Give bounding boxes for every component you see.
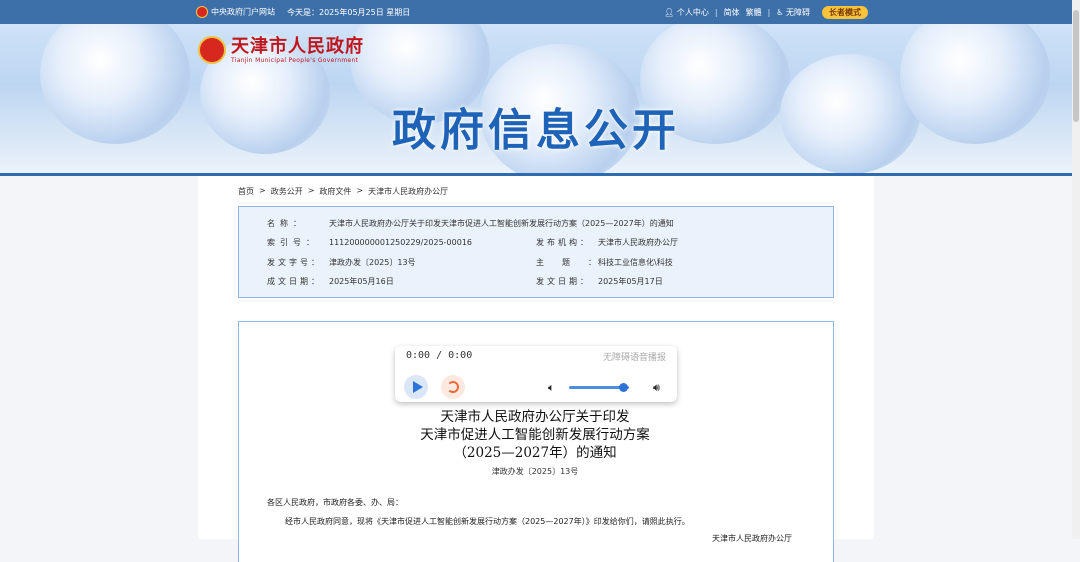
- audio-player: 0:00 / 0:00 无障碍语音播报 🔈︎ 🔊︎: [395, 346, 677, 402]
- loop-ring: [447, 381, 459, 393]
- document-metadata: 名称： 天津市人民政府办公厅关于印发天津市促进人工智能创新发展行动方案（2025…: [238, 206, 834, 298]
- breadcrumb-general-office[interactable]: 天津市人民政府办公厅: [368, 186, 448, 197]
- written-date-value: 2025年05月16日: [329, 277, 394, 286]
- scrollbar-thumb[interactable]: [1073, 10, 1079, 122]
- accessible-audio-hint: 无障碍语音播报: [602, 353, 666, 363]
- document-title-line1: 天津市人民政府办公厅关于印发: [440, 409, 630, 425]
- breadcrumb: 首页 > 政务公开 > 政府文件 > 天津市人民政府办公厅: [238, 186, 448, 197]
- volume-low-icon[interactable]: 🔈︎: [548, 381, 555, 395]
- logo-text: 天津市人民政府 Tianjin Municipal People's Gover…: [231, 35, 364, 64]
- index-label: 索引号：: [267, 238, 319, 247]
- salutation: 各区人民政府，市政府各委、办、局：: [267, 498, 403, 507]
- breadcrumb-separator: >: [259, 186, 266, 195]
- breadcrumb-separator: >: [356, 186, 364, 195]
- player-time: 0:00 / 0:00: [406, 350, 473, 361]
- loop-icon[interactable]: [441, 375, 465, 399]
- document-title-line3: （2025—2027年）的通知: [453, 445, 617, 461]
- body-paragraph: 经市人民政府同意，现将《天津市促进人工智能创新发展行动方案（2025—2027年…: [285, 517, 690, 526]
- divider: |: [767, 7, 771, 17]
- date-text: 今天是：2025年05月25日 星期日: [287, 7, 411, 17]
- elderly-mode-button[interactable]: 长者模式: [822, 5, 868, 19]
- central-portal-label: 中央政府门户网站: [211, 7, 275, 17]
- site-logo[interactable]: 天津市人民政府 Tianjin Municipal People's Gover…: [198, 36, 364, 64]
- published-date-value: 2025年05月17日: [598, 277, 663, 286]
- written-date-label: 成文日期：: [267, 277, 322, 286]
- volume-slider-handle[interactable]: [618, 383, 628, 392]
- emblem-icon: [198, 36, 226, 64]
- metadata-row-name: 名称： 天津市人民政府办公厅关于印发天津市促进人工智能创新发展行动方案（2025…: [239, 218, 833, 230]
- play-icon[interactable]: [404, 375, 428, 399]
- index-value: 111200000001250229/2025-00016: [329, 238, 473, 247]
- issuer-label: 发布机构：: [536, 238, 591, 247]
- document-number: 津政办发〔2025〕13号: [491, 467, 579, 476]
- divider: |: [714, 7, 718, 17]
- document-title-line2: 天津市促进人工智能创新发展行动方案: [420, 427, 650, 443]
- simplified-chinese-link[interactable]: 简体: [724, 7, 740, 18]
- top-bar-left: 中央政府门户网站 今天是：2025年05月25日 星期日: [196, 0, 410, 24]
- metadata-row-index: 索引号： 111200000001250229/2025-00016 发布机构：…: [239, 237, 833, 249]
- breadcrumb-separator: >: [307, 186, 315, 195]
- name-value: 天津市人民政府办公厅关于印发天津市促进人工智能创新发展行动方案（2025—202…: [329, 219, 674, 228]
- banner-title: 政府信息公开: [392, 105, 680, 156]
- breadcrumb-gov-documents[interactable]: 政府文件: [319, 186, 351, 197]
- published-date-label: 发文日期：: [536, 277, 591, 286]
- document-title: 天津市人民政府办公厅关于印发 天津市促进人工智能创新发展行动方案 （2025—2…: [238, 408, 832, 462]
- page-scrollbar[interactable]: [1072, 0, 1080, 539]
- docno-label: 发文字号：: [267, 258, 322, 267]
- top-bar-right: 👤︎ 个人中心 | 简体 繁體 | ♿ 无障碍 长者模式: [664, 0, 868, 24]
- traditional-chinese-link[interactable]: 繁體: [746, 7, 762, 18]
- user-icon: 👤︎: [664, 7, 675, 17]
- personal-center-link[interactable]: 👤︎ 个人中心: [664, 7, 709, 18]
- name-label: 名称：: [267, 219, 306, 228]
- header-banner: 天津市人民政府 Tianjin Municipal People's Gover…: [0, 24, 1072, 176]
- site-name-en: Tianjin Municipal People's Government: [231, 56, 359, 64]
- breadcrumb-home[interactable]: 首页: [238, 186, 254, 197]
- metadata-row-dates: 成文日期： 2025年05月16日 发文日期： 2025年05月17日: [239, 276, 833, 288]
- personal-center-label: 个人中心: [676, 7, 709, 17]
- central-portal-link[interactable]: 中央政府门户网站: [196, 6, 275, 18]
- site-name-cn: 天津市人民政府: [231, 35, 364, 57]
- national-emblem-icon: [196, 6, 208, 18]
- volume-high-icon[interactable]: 🔊︎: [653, 381, 660, 395]
- accessibility-label: 无障碍: [786, 7, 810, 17]
- issuer-value: 天津市人民政府办公厅: [598, 238, 678, 247]
- breadcrumb-gov-affairs[interactable]: 政务公开: [271, 186, 303, 197]
- docno-value: 津政办发〔2025〕13号: [329, 258, 416, 267]
- topic-value: 科技工业信息化\科技: [598, 258, 673, 267]
- metadata-row-docno: 发文字号： 津政办发〔2025〕13号 主题： 科技工业信息化\科技: [239, 257, 833, 269]
- top-bar: 中央政府门户网站 今天是：2025年05月25日 星期日 👤︎ 个人中心 | 简…: [0, 0, 1072, 24]
- accessibility-link[interactable]: ♿ 无障碍: [776, 7, 810, 18]
- wheelchair-icon: ♿: [776, 7, 784, 17]
